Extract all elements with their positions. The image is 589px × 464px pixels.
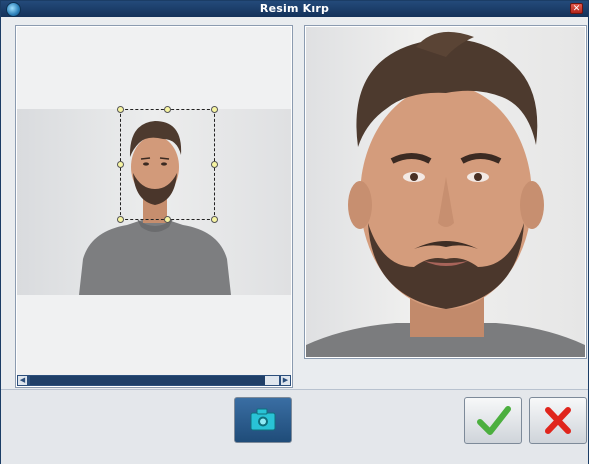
cropped-preview-illustration	[306, 31, 585, 357]
horizontal-scrollbar[interactable]: ◀ ▶	[17, 375, 291, 386]
scrollbar-track[interactable]	[265, 376, 279, 385]
checkmark-icon	[477, 406, 511, 435]
crop-preview-panel	[304, 25, 587, 359]
crop-handle-right[interactable]	[211, 161, 218, 168]
camera-icon	[250, 408, 276, 431]
x-icon	[545, 407, 571, 434]
crop-handle-top-left[interactable]	[117, 106, 124, 113]
title-bar[interactable]: Resim Kırp ✕	[1, 1, 588, 17]
confirm-crop-button[interactable]	[464, 397, 522, 444]
cancel-crop-button[interactable]	[529, 397, 587, 444]
window-title: Resim Kırp	[259, 2, 330, 15]
crop-handle-top-right[interactable]	[211, 106, 218, 113]
source-canvas[interactable]	[17, 27, 291, 377]
scrollbar-thumb[interactable]	[30, 376, 265, 385]
crop-handle-bottom-right[interactable]	[211, 216, 218, 223]
crop-handle-bottom-left[interactable]	[117, 216, 124, 223]
cropped-preview-photo	[306, 27, 585, 357]
crop-handle-left[interactable]	[117, 161, 124, 168]
crop-selection-rectangle[interactable]	[117, 106, 218, 223]
scroll-right-arrow[interactable]: ▶	[280, 375, 291, 386]
camera-button[interactable]	[234, 397, 292, 443]
crop-image-dialog: Resim Kırp ✕ ◀ ▶	[0, 0, 589, 464]
scroll-left-arrow[interactable]: ◀	[17, 375, 28, 386]
crop-handle-bottom[interactable]	[164, 216, 171, 223]
source-image-panel: ◀ ▶	[15, 25, 293, 388]
close-button[interactable]: ✕	[570, 3, 583, 14]
crop-handle-top[interactable]	[164, 106, 171, 113]
